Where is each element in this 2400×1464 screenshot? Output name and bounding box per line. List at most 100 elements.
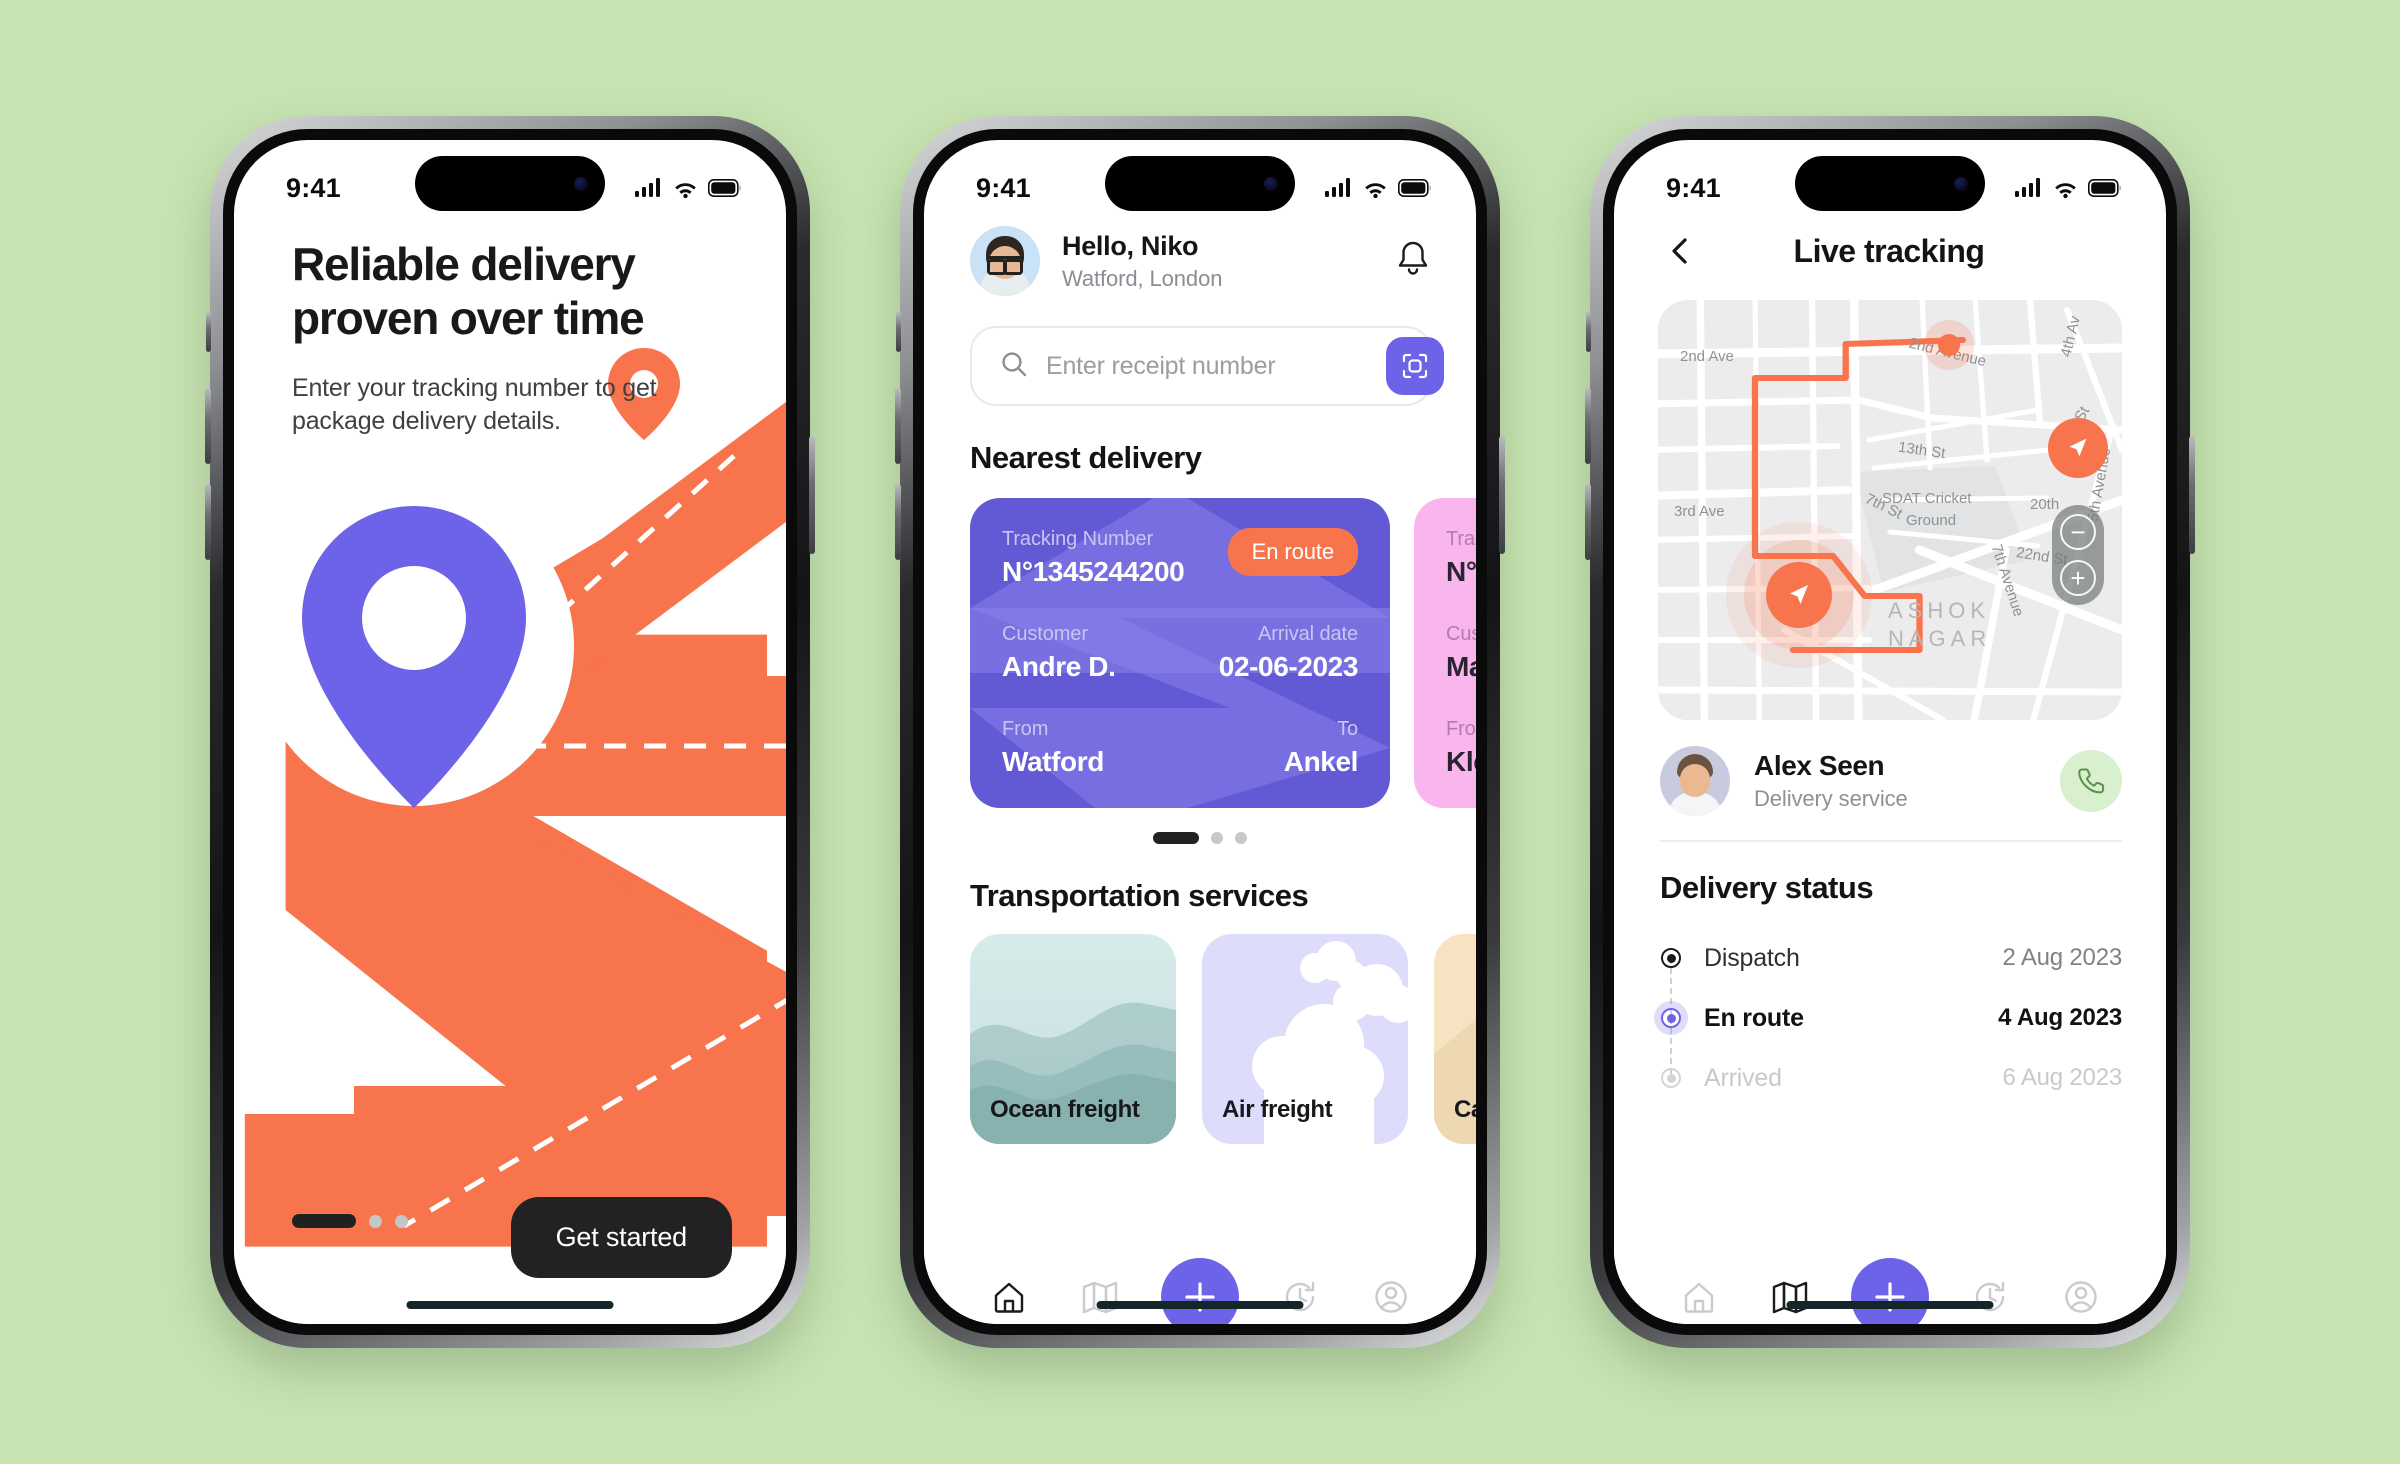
tab-profile[interactable] <box>1361 1267 1421 1324</box>
search-input[interactable] <box>1046 351 1368 381</box>
service-card-cargo[interactable]: Carg <box>1434 934 1476 1144</box>
silent-switch[interactable] <box>1586 312 1591 352</box>
tab-history[interactable] <box>1270 1267 1330 1324</box>
screen-home: 9:41 Hello, Niko Watford, London Enter r… <box>924 140 1476 1324</box>
phone-home: 9:41 Hello, Niko Watford, London Enter r… <box>895 116 1505 1348</box>
volume-up-button[interactable] <box>1585 388 1591 464</box>
tracking-value: N° <box>1446 556 1476 587</box>
tab-map[interactable] <box>1070 1267 1130 1324</box>
tracking-label: Tracking Number <box>1002 528 1154 550</box>
map-label: Ground <box>1906 512 1957 529</box>
service-card-ocean-freight[interactable]: Ocean freight <box>970 934 1176 1144</box>
volume-down-button[interactable] <box>1585 484 1591 560</box>
avatar[interactable] <box>1660 746 1730 816</box>
card-carousel-dots[interactable] <box>924 808 1476 844</box>
carousel-dot-1[interactable] <box>1153 832 1199 844</box>
customer-field: Customer Andre D. <box>1002 623 1116 683</box>
bell-icon[interactable] <box>1394 239 1432 284</box>
get-started-button[interactable]: Get started <box>510 1197 732 1278</box>
volume-up-button[interactable] <box>205 388 211 464</box>
map-label: 2nd Ave <box>1680 348 1734 365</box>
step-marker-icon <box>1660 948 1682 968</box>
from-field: From Watford <box>1002 718 1104 778</box>
tab-history[interactable] <box>1960 1267 2020 1324</box>
home-icon <box>995 1282 1024 1313</box>
pagination-dot-1[interactable] <box>292 1214 356 1228</box>
greeting-name: Hello, Niko <box>1062 230 1199 261</box>
pagination-dot-3[interactable] <box>395 1214 408 1228</box>
recenter-button[interactable] <box>2048 418 2108 478</box>
volume-down-button[interactable] <box>895 484 901 560</box>
page-title: Reliable delivery proven over time <box>292 238 645 344</box>
phone-bezel: 9:41 Hello, Niko Watford, London Enter r… <box>913 129 1487 1335</box>
carousel-dot-2[interactable] <box>1211 832 1223 844</box>
add-button[interactable] <box>1850 1258 1929 1324</box>
tab-profile[interactable] <box>2051 1267 2111 1324</box>
current-location-marker <box>1766 562 1832 628</box>
service-card-air-freight[interactable]: Air freight <box>1202 934 1408 1144</box>
avatar[interactable] <box>970 226 1040 296</box>
home-indicator[interactable] <box>406 1301 614 1309</box>
signal-icon <box>635 178 663 198</box>
transportation-list[interactable]: Ocean freight Air freight C <box>924 914 1476 1144</box>
volume-down-button[interactable] <box>205 484 211 560</box>
volume-up-button[interactable] <box>895 388 901 464</box>
zoom-out-button[interactable]: − <box>2060 514 2096 550</box>
power-button[interactable] <box>1499 436 1505 554</box>
customer-field: Cus Ma <box>1446 623 1476 683</box>
dynamic-island <box>1105 156 1295 211</box>
pagination-dots[interactable] <box>292 1214 408 1228</box>
silent-switch[interactable] <box>206 312 211 352</box>
status-time: 9:41 <box>1666 172 1721 203</box>
screen-onboarding: 9:41 Reliable delivery proven over time <box>234 140 786 1324</box>
carousel-dot-3[interactable] <box>1235 832 1247 844</box>
step-label: Arrived <box>1704 1063 1782 1092</box>
zoom-in-button[interactable]: + <box>2060 560 2096 596</box>
call-button[interactable] <box>2060 750 2122 812</box>
phone-onboarding: 9:41 Reliable delivery proven over time <box>205 116 815 1348</box>
step-date: 6 Aug 2023 <box>2002 1064 2123 1091</box>
service-label: Air freight <box>1222 1096 1333 1123</box>
home-icon <box>1685 1282 1714 1313</box>
add-button[interactable] <box>1160 1258 1239 1324</box>
home-header: Hello, Niko Watford, London <box>924 216 1476 296</box>
status-badge: En route <box>1227 528 1358 576</box>
power-button[interactable] <box>809 436 815 554</box>
map-icon <box>1082 1281 1118 1314</box>
delivery-status-title: Delivery status <box>1660 870 1874 905</box>
map-label: ASHOK <box>1888 598 1991 623</box>
card-row-customer: Cus Ma <box>1446 623 1476 683</box>
signal-icon <box>1325 178 1353 198</box>
search-icon <box>1000 350 1028 383</box>
tab-home[interactable] <box>1669 1267 1729 1324</box>
tab-map[interactable] <box>1760 1267 1820 1324</box>
from-label: From <box>1446 718 1476 740</box>
search-bar[interactable] <box>970 326 1444 406</box>
map-zoom-controls[interactable]: − + <box>2052 505 2104 605</box>
tracking-map[interactable]: 2nd Ave 2nd Avenue 4th Av 13th St 15th S… <box>1658 300 2122 720</box>
home-indicator[interactable] <box>1096 1301 1304 1309</box>
delivery-cards-carousel[interactable]: Tracking Number N°1345244200 En route Cu… <box>924 476 1476 808</box>
from-value: Kle <box>1446 746 1476 777</box>
tab-home[interactable] <box>979 1267 1039 1324</box>
battery-icon <box>2088 179 2122 197</box>
service-label: Ocean freight <box>990 1096 1140 1123</box>
home-indicator[interactable] <box>1786 1301 1994 1309</box>
scan-qr-button[interactable] <box>1386 337 1444 395</box>
card-row-tracking: Trac N° <box>1446 528 1476 588</box>
delivery-card[interactable]: Tracking Number N°1345244200 En route Cu… <box>970 498 1390 808</box>
timeline-step-arrived: Arrived 6 Aug 2023 <box>1660 1048 2122 1108</box>
from-label: From <box>1002 718 1049 740</box>
step-label: Dispatch <box>1704 943 1800 972</box>
dynamic-island <box>415 156 605 211</box>
delivery-card[interactable]: Trac N° Cus Ma From <box>1414 498 1476 808</box>
bottom-tab-bar <box>1614 1245 2166 1324</box>
power-button[interactable] <box>2189 436 2195 554</box>
home-content: Hello, Niko Watford, London Enter receip… <box>924 216 1476 1324</box>
service-label: Carg <box>1454 1096 1476 1123</box>
silent-switch[interactable] <box>896 312 901 352</box>
step-marker-icon <box>1660 1008 1682 1028</box>
phone-live-tracking: 9:41 Live tracking 2nd Ave 2nd Avenue 4t… <box>1585 116 2195 1348</box>
step-label: En route <box>1704 1003 1804 1032</box>
pagination-dot-2[interactable] <box>369 1214 382 1228</box>
